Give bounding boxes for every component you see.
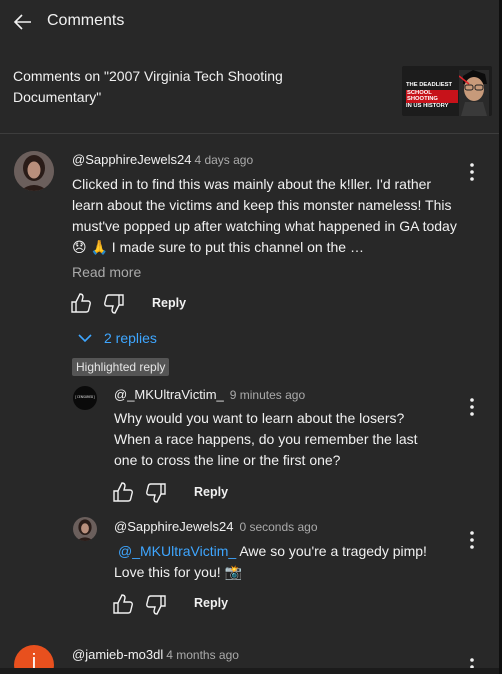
- reply-text: @_MKUltraVictim_ Awe so you're a tragedy…: [114, 543, 427, 580]
- thumb-down-icon[interactable]: [145, 595, 167, 615]
- comment-time: 4 months ago: [166, 648, 239, 662]
- thumb-up-icon[interactable]: [112, 482, 134, 502]
- profile-photo-image: [14, 151, 54, 191]
- reply-button[interactable]: Reply: [194, 596, 228, 610]
- thumb-down-icon[interactable]: [145, 483, 167, 503]
- more-options-icon[interactable]: [468, 531, 476, 549]
- comment-author[interactable]: @SapphireJewels24 4 days ago: [72, 152, 253, 167]
- panel-title: Comments: [47, 12, 125, 29]
- reply-time: 0 seconds ago: [239, 520, 318, 534]
- comment-time: 4 days ago: [194, 153, 254, 167]
- read-more-link[interactable]: Read more: [72, 264, 141, 280]
- reply-author[interactable]: @_MKUltraVictim_ 9 minutes ago: [114, 387, 305, 402]
- video-thumbnail[interactable]: The deadliest school shooting in US hist…: [402, 66, 492, 116]
- comment-author[interactable]: @jamieb-mo3dl 4 months ago: [72, 647, 239, 662]
- thumbnail-caption: The deadliest school shooting in US hist…: [406, 82, 458, 109]
- more-options-icon[interactable]: [468, 163, 476, 181]
- mention-link[interactable]: @_MKUltraVictim_: [118, 543, 236, 559]
- chevron-down-icon: [78, 334, 92, 343]
- avatar[interactable]: [CENSORED]: [73, 386, 97, 410]
- bottom-edge: [0, 668, 499, 674]
- profile-photo-image: [73, 517, 97, 541]
- avatar[interactable]: [73, 517, 97, 541]
- reply-text: Why would you want to learn about the lo…: [114, 410, 418, 468]
- thumb-up-icon[interactable]: [112, 594, 134, 614]
- avatar-text: [CENSORED]: [74, 395, 96, 399]
- avatar[interactable]: [14, 151, 54, 191]
- video-context-label: Comments on "2007 Virginia Tech Shooting…: [13, 68, 283, 105]
- comment-text: Clicked in to find this was mainly about…: [72, 176, 457, 255]
- reply-author[interactable]: @SapphireJewels24 0 seconds ago: [114, 519, 318, 534]
- header-divider: [0, 133, 499, 134]
- back-arrow-icon[interactable]: [11, 10, 35, 34]
- highlighted-reply-badge: Highlighted reply: [72, 358, 170, 376]
- reply-button[interactable]: Reply: [194, 485, 228, 499]
- thumbnail-face-image: [459, 70, 489, 116]
- comments-panel: Comments Comments on "2007 Virginia Tech…: [0, 0, 499, 674]
- reply-button[interactable]: Reply: [152, 296, 186, 310]
- panel-header: Comments: [0, 0, 499, 44]
- thumb-down-icon[interactable]: [103, 294, 125, 314]
- reply-time: 9 minutes ago: [229, 388, 306, 402]
- more-options-icon[interactable]: [468, 398, 476, 416]
- thumb-up-icon[interactable]: [70, 293, 92, 313]
